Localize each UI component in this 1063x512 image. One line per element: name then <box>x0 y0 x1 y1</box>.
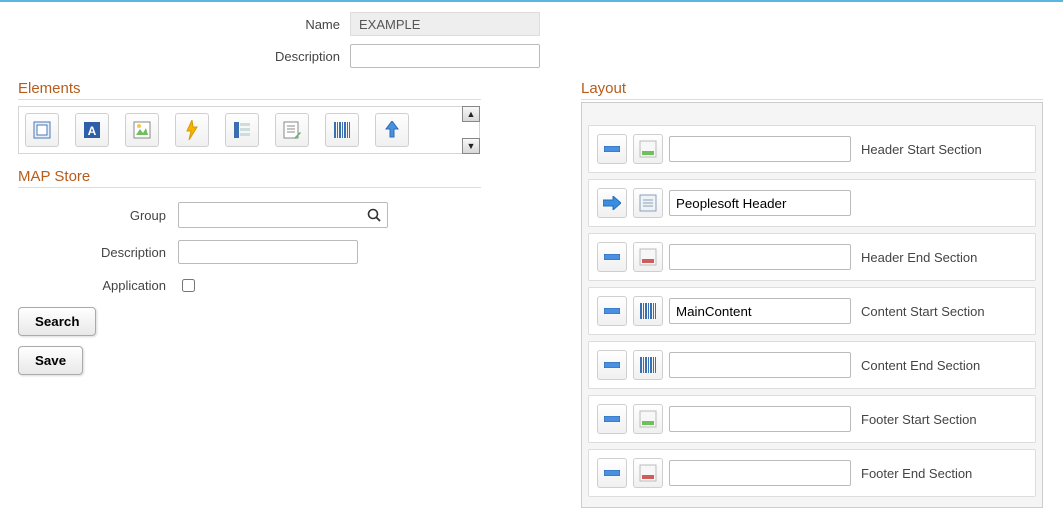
name-label: Name <box>0 17 350 32</box>
layout-row: Footer End Section <box>588 449 1036 497</box>
container-element-icon <box>33 121 51 139</box>
layout-type-button[interactable] <box>633 134 663 164</box>
layout-type-button[interactable] <box>633 350 663 380</box>
minus-icon <box>604 470 620 476</box>
layout-name-input[interactable] <box>669 460 851 486</box>
text-element-button[interactable]: A <box>75 113 109 147</box>
layout-row: Header End Section <box>588 233 1036 281</box>
barcode-element-button[interactable] <box>325 113 359 147</box>
minus-icon <box>604 146 620 152</box>
list-element-button[interactable] <box>225 113 259 147</box>
minus-icon <box>604 362 620 368</box>
elements-toolbar: A ▲ ▼ <box>18 106 480 154</box>
header-end-icon <box>639 248 657 266</box>
footer-start-icon <box>639 410 657 428</box>
application-label: Application <box>18 278 178 293</box>
layout-arrow-button[interactable] <box>597 188 627 218</box>
group-lookup-button[interactable] <box>367 208 381 222</box>
application-checkbox[interactable] <box>182 279 195 292</box>
layout-row <box>588 179 1036 227</box>
content-end-icon <box>639 356 657 374</box>
group-label: Group <box>18 208 178 223</box>
upload-element-icon <box>384 121 400 139</box>
barcode-element-icon <box>333 121 351 139</box>
layout-row: Content Start Section <box>588 287 1036 335</box>
layout-panel: Header Start Section Header End Section Co… <box>581 102 1043 508</box>
action-element-button[interactable] <box>175 113 209 147</box>
content-start-icon <box>639 302 657 320</box>
image-element-button[interactable] <box>125 113 159 147</box>
layout-type-button[interactable] <box>633 404 663 434</box>
save-button[interactable]: Save <box>18 346 83 375</box>
minus-icon <box>604 308 620 314</box>
header-start-icon <box>639 140 657 158</box>
layout-name-input[interactable] <box>669 352 851 378</box>
map-description-input[interactable] <box>178 240 358 264</box>
layout-name-input[interactable] <box>669 136 851 162</box>
layout-type-button[interactable] <box>633 242 663 272</box>
layout-row: Content End Section <box>588 341 1036 389</box>
map-store-heading: MAP Store <box>18 168 481 185</box>
image-element-icon <box>133 121 151 139</box>
layout-section-label: Header End Section <box>861 250 977 265</box>
layout-arrow-button[interactable] <box>597 134 627 164</box>
svg-text:A: A <box>88 124 97 138</box>
layout-arrow-button[interactable] <box>597 242 627 272</box>
elements-scroll-down-button[interactable]: ▼ <box>462 138 480 154</box>
elements-heading: Elements <box>18 80 481 97</box>
edit-element-button[interactable] <box>275 113 309 147</box>
list-element-icon <box>233 121 251 139</box>
layout-arrow-button[interactable] <box>597 458 627 488</box>
edit-element-icon <box>283 121 301 139</box>
footer-end-icon <box>639 464 657 482</box>
minus-icon <box>604 254 620 260</box>
layout-section-label: Content End Section <box>861 358 980 373</box>
layout-arrow-button[interactable] <box>597 296 627 326</box>
search-icon <box>367 208 381 222</box>
container-element-button[interactable] <box>25 113 59 147</box>
upload-element-button[interactable] <box>375 113 409 147</box>
layout-row: Header Start Section <box>588 125 1036 173</box>
map-description-label: Description <box>18 245 178 260</box>
layout-section-label: Footer Start Section <box>861 412 977 427</box>
layout-section-label: Content Start Section <box>861 304 985 319</box>
layout-type-button[interactable] <box>633 188 663 218</box>
layout-name-input[interactable] <box>669 190 851 216</box>
minus-icon <box>604 416 620 422</box>
description-label: Description <box>0 49 350 64</box>
header-item-icon <box>639 194 657 212</box>
layout-type-button[interactable] <box>633 458 663 488</box>
text-element-icon: A <box>83 121 101 139</box>
group-input[interactable] <box>185 204 367 226</box>
layout-row: Footer Start Section <box>588 395 1036 443</box>
divider <box>581 99 1043 100</box>
layout-name-input[interactable] <box>669 244 851 270</box>
layout-heading: Layout <box>581 80 1043 97</box>
description-input[interactable] <box>350 44 540 68</box>
chevron-up-icon: ▲ <box>467 109 476 119</box>
layout-section-label: Footer End Section <box>861 466 972 481</box>
divider <box>18 187 481 188</box>
elements-scroll-up-button[interactable]: ▲ <box>462 106 480 122</box>
divider <box>18 99 481 100</box>
name-value: EXAMPLE <box>350 12 540 36</box>
layout-arrow-button[interactable] <box>597 404 627 434</box>
layout-section-label: Header Start Section <box>861 142 982 157</box>
action-element-icon <box>185 120 199 140</box>
layout-name-input[interactable] <box>669 406 851 432</box>
arrow-right-icon <box>603 196 621 210</box>
layout-type-button[interactable] <box>633 296 663 326</box>
layout-arrow-button[interactable] <box>597 350 627 380</box>
layout-name-input[interactable] <box>669 298 851 324</box>
chevron-down-icon: ▼ <box>467 141 476 151</box>
search-button[interactable]: Search <box>18 307 96 336</box>
